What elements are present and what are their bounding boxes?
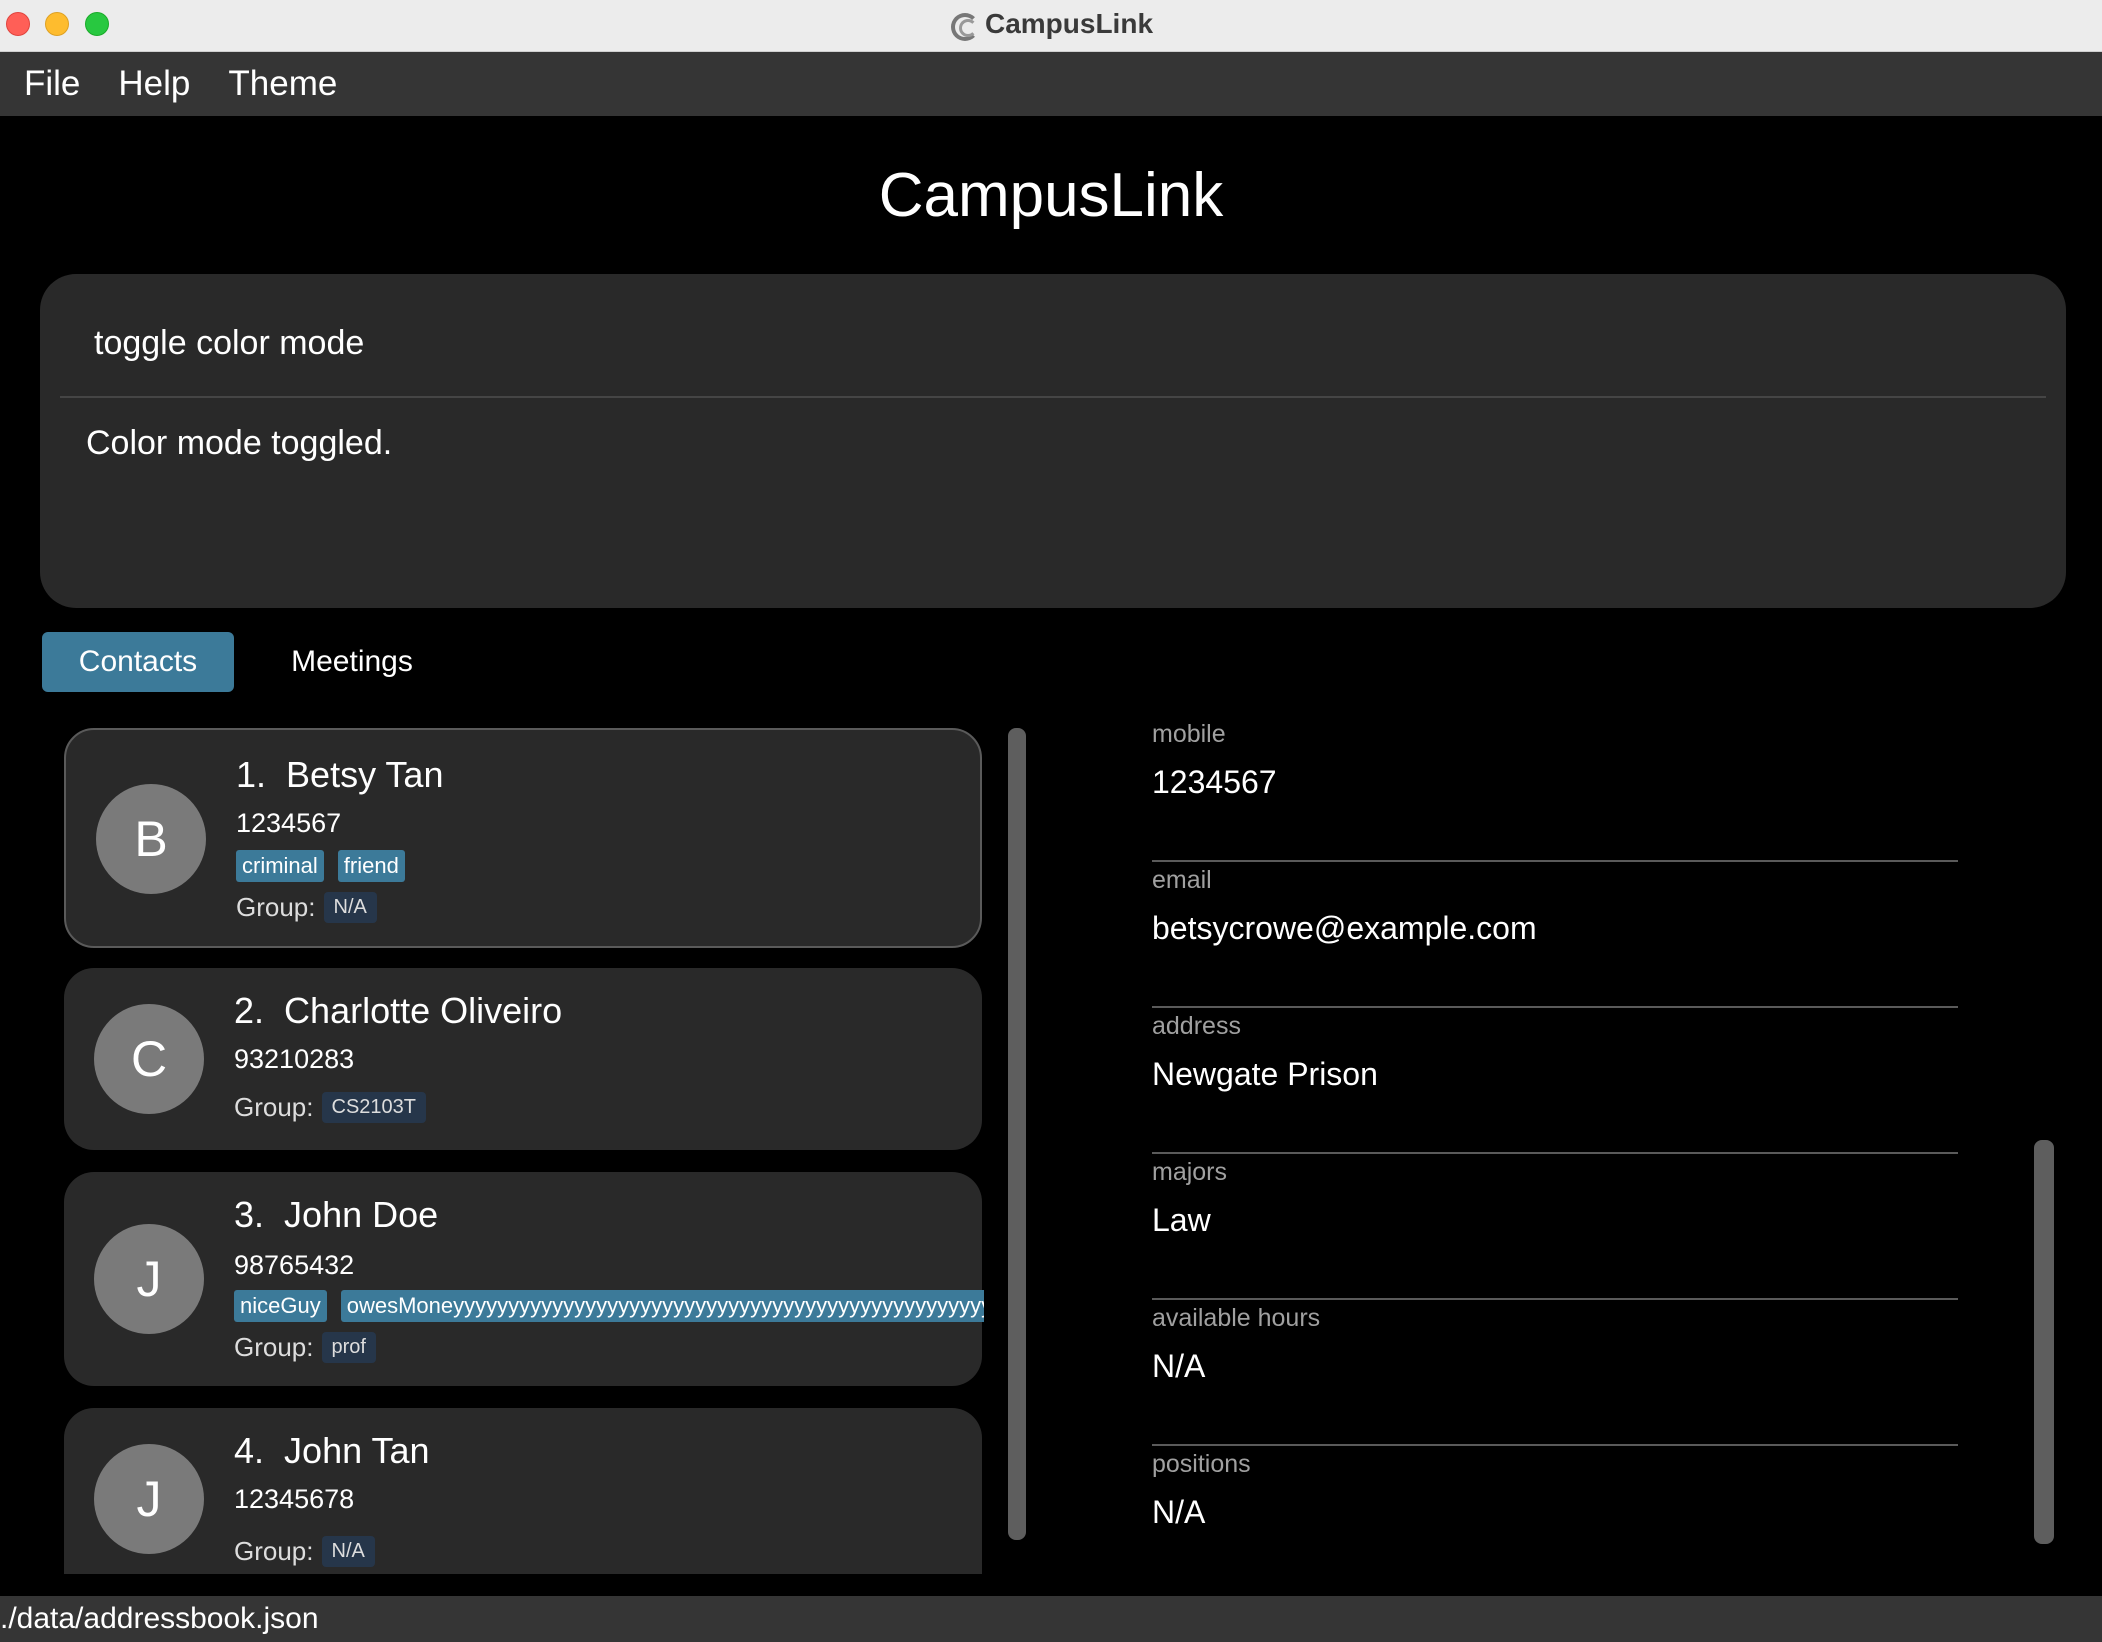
command-panel: Color mode toggled. [40, 274, 2066, 608]
tag-badge: owesMoneyyyyyyyyyyyyyyyyyyyyyyyyyyyyyyyy… [340, 1290, 984, 1322]
contact-phone: 98765432 [234, 1250, 355, 1280]
group-label: Group: [236, 892, 316, 922]
contact-card[interactable]: J 4. John Tan 12345678 Group: N/A [64, 1408, 982, 1574]
contact-phone: 12345678 [234, 1484, 355, 1514]
tag-badge: niceGuy [234, 1290, 327, 1322]
group-badge: N/A [321, 1536, 375, 1567]
detail-mobile: mobile 1234567 [1152, 716, 1958, 862]
group-badge: N/A [323, 892, 377, 923]
window-title-text: CampusLink [984, 8, 1154, 39]
menu-theme[interactable]: Theme [228, 64, 337, 104]
group-label: Group: [234, 1092, 314, 1122]
window-title: CampusLink [0, 0, 2102, 48]
contact-index: 3. [234, 1194, 265, 1235]
contact-name: 3. John Doe [234, 1194, 438, 1236]
window-titlebar: CampusLink [0, 0, 2102, 52]
contact-name-text: Betsy Tan [286, 754, 444, 795]
tab-contacts[interactable]: Contacts [42, 632, 234, 692]
avatar: J [94, 1444, 204, 1554]
contact-name: 2. Charlotte Oliveiro [234, 990, 562, 1032]
detail-address: address Newgate Prison [1152, 1008, 1958, 1154]
contact-card[interactable]: C 2. Charlotte Oliveiro 93210283 Group: … [64, 968, 982, 1150]
group-badge: prof [321, 1332, 376, 1363]
details-scrollbar[interactable] [2034, 1140, 2054, 1544]
detail-label: positions [1152, 1450, 1251, 1478]
detail-value: Law [1152, 1202, 1211, 1238]
detail-value: 1234567 [1152, 764, 1277, 800]
contact-card[interactable]: B 1. Betsy Tan 1234567 criminal friend G… [64, 728, 982, 948]
contact-card[interactable]: J 3. John Doe 98765432 niceGuy owesMoney… [64, 1172, 984, 1386]
contact-group: Group: CS2103T [234, 1092, 426, 1123]
group-label: Group: [234, 1332, 314, 1362]
contact-phone: 1234567 [236, 808, 342, 838]
detail-value: N/A [1152, 1348, 1206, 1384]
menu-bar: File Help Theme [0, 52, 2102, 116]
app-logo-icon [949, 11, 979, 41]
detail-email: email betsycrowe@example.com [1152, 862, 1958, 1008]
detail-available-hours: available hours N/A [1152, 1300, 1958, 1446]
contact-name-text: John Tan [284, 1430, 430, 1471]
contact-name: 4. John Tan [234, 1430, 430, 1472]
contact-tags: niceGuy owesMoneyyyyyyyyyyyyyyyyyyyyyyyy… [234, 1290, 984, 1322]
avatar: B [96, 784, 206, 894]
detail-value: N/A [1152, 1494, 1206, 1530]
tag-badge: friend [337, 850, 405, 882]
menu-file[interactable]: File [24, 64, 80, 104]
contact-phone: 93210283 [234, 1044, 355, 1074]
status-bar: ./data/addressbook.json [0, 1596, 2102, 1642]
detail-label: majors [1152, 1158, 1228, 1186]
contact-index: 4. [234, 1430, 265, 1471]
command-result-text: Color mode toggled. [86, 424, 393, 462]
detail-label: address [1152, 1012, 1241, 1040]
contact-group: Group: N/A [234, 1536, 375, 1567]
detail-majors: majors Law [1152, 1154, 1958, 1300]
contact-name-text: John Doe [284, 1194, 439, 1235]
contact-details-panel: mobile 1234567 email betsycrowe@example.… [1152, 716, 1958, 1592]
contact-tags: criminal friend [236, 850, 405, 882]
tag-badge: criminal [236, 850, 324, 882]
avatar: C [94, 1004, 204, 1114]
contact-index: 1. [236, 754, 267, 795]
contact-index: 2. [234, 990, 265, 1031]
page-title: CampusLink [878, 161, 1224, 230]
contact-group: Group: prof [234, 1332, 376, 1363]
group-label: Group: [234, 1536, 314, 1566]
contact-name-text: Charlotte Oliveiro [284, 990, 563, 1031]
menu-help[interactable]: Help [118, 64, 190, 104]
contact-list-scrollbar[interactable] [1008, 728, 1026, 1540]
command-input[interactable] [94, 318, 1994, 368]
detail-label: mobile [1152, 720, 1226, 748]
avatar: J [94, 1224, 204, 1334]
contact-group: Group: N/A [236, 892, 377, 923]
command-divider [60, 396, 2046, 398]
detail-value: Newgate Prison [1152, 1056, 1378, 1092]
tab-meetings[interactable]: Meetings [260, 632, 444, 692]
status-file-path: ./data/addressbook.json [0, 1602, 319, 1635]
group-badge: CS2103T [321, 1092, 426, 1123]
contact-list: B 1. Betsy Tan 1234567 criminal friend G… [64, 728, 984, 1574]
detail-positions: positions N/A [1152, 1446, 1958, 1592]
detail-label: available hours [1152, 1304, 1321, 1332]
detail-label: email [1152, 866, 1212, 894]
contact-name: 1. Betsy Tan [236, 754, 443, 796]
detail-value: betsycrowe@example.com [1152, 910, 1537, 946]
